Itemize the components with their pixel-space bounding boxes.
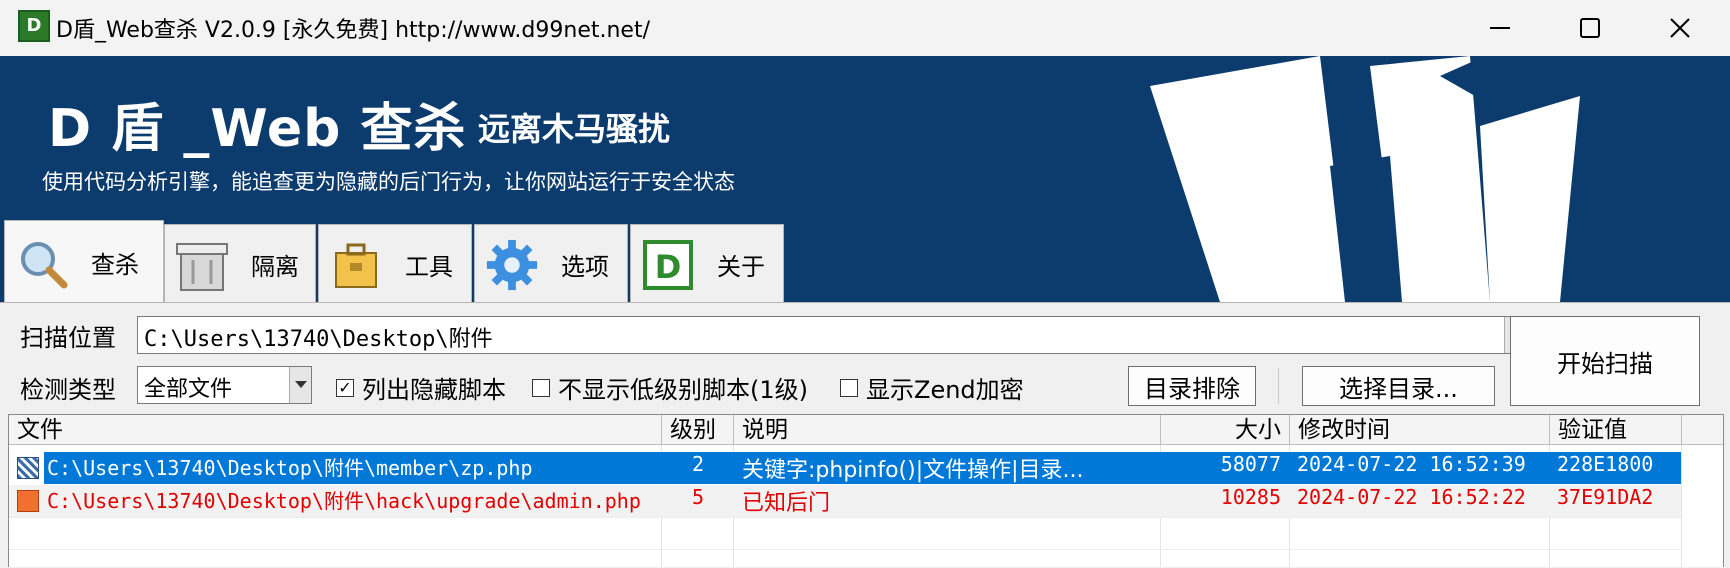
tab-tools[interactable]: 工具 bbox=[318, 224, 472, 304]
col-header-filler bbox=[1682, 415, 1723, 445]
tab-about[interactable]: D 关于 bbox=[630, 224, 784, 304]
checkbox-checked-icon[interactable]: ✓ bbox=[336, 378, 354, 397]
row-divider bbox=[9, 549, 1681, 550]
gear-icon bbox=[485, 238, 539, 292]
show-zend-checkbox[interactable]: 显示Zend加密 bbox=[840, 370, 1024, 405]
col-header-level[interactable]: 级别 bbox=[662, 415, 734, 445]
scan-location-value: C:\Users\13740\Desktop\附件 bbox=[144, 327, 493, 352]
tab-options[interactable]: 选项 bbox=[474, 224, 628, 304]
col-header-size[interactable]: 大小 bbox=[1161, 415, 1290, 445]
file-danger-icon bbox=[17, 490, 39, 512]
table-row[interactable]: C:\Users\13740\Desktop\附件\member\zp.php … bbox=[9, 452, 1681, 484]
scan-location-label: 扫描位置 bbox=[20, 324, 116, 352]
minimize-button[interactable] bbox=[1470, 6, 1530, 50]
app-window: D D盾_Web查杀 V2.0.9 [永久免费] http://www.d99n… bbox=[0, 0, 1730, 568]
cell-mtime: 2024-07-22 16:52:39 bbox=[1297, 452, 1526, 476]
tab-scan[interactable]: 查杀 bbox=[4, 220, 164, 304]
tab-options-label: 选项 bbox=[561, 253, 609, 281]
cell-hash: 37E91DA2 bbox=[1557, 485, 1654, 509]
bin-icon bbox=[175, 238, 229, 292]
cell-file: C:\Users\13740\Desktop\附件\hack\upgrade\a… bbox=[47, 489, 641, 513]
banner-subtitle: 远离木马骚扰 bbox=[478, 110, 671, 148]
tab-tools-label: 工具 bbox=[405, 253, 453, 281]
title-bar: D D盾_Web查杀 V2.0.9 [永久免费] http://www.d99n… bbox=[0, 0, 1730, 56]
cell-mtime: 2024-07-22 16:52:22 bbox=[1297, 485, 1526, 509]
detect-type-select[interactable]: 全部文件 bbox=[137, 366, 312, 404]
app-logo-icon: D bbox=[18, 10, 50, 42]
svg-text:D: D bbox=[655, 248, 682, 286]
file-warning-icon bbox=[17, 457, 39, 479]
dropdown-arrow-icon[interactable] bbox=[289, 367, 311, 403]
detect-type-label: 检测类型 bbox=[20, 376, 116, 404]
close-button[interactable] bbox=[1650, 6, 1710, 50]
list-hidden-scripts-checkbox[interactable]: ✓ 列出隐藏脚本 bbox=[336, 370, 506, 405]
banner-title: D 盾 _Web 查杀 bbox=[48, 99, 467, 159]
col-header-desc[interactable]: 说明 bbox=[734, 415, 1161, 445]
hide-lowlevel-checkbox[interactable]: 不显示低级别脚本(1级) bbox=[532, 370, 808, 405]
checkbox-unchecked-icon[interactable] bbox=[840, 378, 858, 397]
checkbox-unchecked-icon[interactable] bbox=[532, 378, 550, 397]
cell-desc: 关键字:phpinfo()|文件操作|目录... bbox=[742, 458, 1084, 483]
results-table[interactable]: 文件 级别 说明 大小 修改时间 验证值 C:\Users\13740\Desk… bbox=[8, 414, 1724, 567]
cell-level: 5 bbox=[691, 485, 705, 509]
tab-quarantine-label: 隔离 bbox=[251, 253, 299, 281]
start-scan-button[interactable]: 开始扫描 bbox=[1510, 316, 1700, 406]
cell-file: C:\Users\13740\Desktop\附件\member\zp.php bbox=[47, 456, 533, 480]
col-header-hash[interactable]: 验证值 bbox=[1550, 415, 1682, 445]
col-header-file[interactable]: 文件 bbox=[9, 415, 662, 445]
maximize-icon bbox=[1580, 18, 1600, 38]
show-zend-label: 显示Zend加密 bbox=[866, 376, 1024, 404]
maximize-button[interactable] bbox=[1560, 6, 1620, 50]
table-row[interactable]: C:\Users\13740\Desktop\附件\hack\upgrade\a… bbox=[9, 485, 1681, 517]
choose-dir-button[interactable]: 选择目录... bbox=[1302, 366, 1495, 406]
row-divider bbox=[9, 517, 1681, 518]
list-hidden-scripts-label: 列出隐藏脚本 bbox=[362, 376, 506, 404]
close-icon bbox=[1670, 18, 1690, 38]
col-header-mtime[interactable]: 修改时间 bbox=[1290, 415, 1550, 445]
cell-desc: 已知后门 bbox=[742, 491, 831, 516]
d-shield-logo-icon bbox=[1150, 56, 1580, 302]
cell-size: 58077 bbox=[1220, 452, 1281, 476]
tab-about-label: 关于 bbox=[717, 253, 765, 281]
window-title: D盾_Web查杀 V2.0.9 [永久免费] http://www.d99net… bbox=[56, 18, 651, 43]
tab-scan-label: 查杀 bbox=[91, 251, 139, 279]
column-divider bbox=[1681, 445, 1682, 567]
banner-description: 使用代码分析引擎，能追查更为隐藏的后门行为，让你网站运行于安全状态 bbox=[42, 170, 735, 194]
detect-type-value: 全部文件 bbox=[144, 377, 233, 402]
magnifier-icon bbox=[15, 236, 69, 290]
cell-hash: 228E1800 bbox=[1557, 452, 1654, 476]
minimize-icon bbox=[1490, 27, 1510, 29]
cell-size: 10285 bbox=[1220, 485, 1281, 509]
toolbox-icon bbox=[329, 238, 383, 292]
hide-lowlevel-label: 不显示低级别脚本(1级) bbox=[558, 376, 808, 404]
scan-location-combo[interactable]: C:\Users\13740\Desktop\附件 bbox=[137, 316, 1527, 354]
cell-level: 2 bbox=[691, 452, 705, 476]
d-logo-icon: D bbox=[641, 238, 695, 292]
tab-quarantine[interactable]: 隔离 bbox=[164, 224, 316, 304]
toolbar-divider bbox=[1278, 368, 1279, 404]
exclude-dir-button[interactable]: 目录排除 bbox=[1128, 366, 1256, 406]
